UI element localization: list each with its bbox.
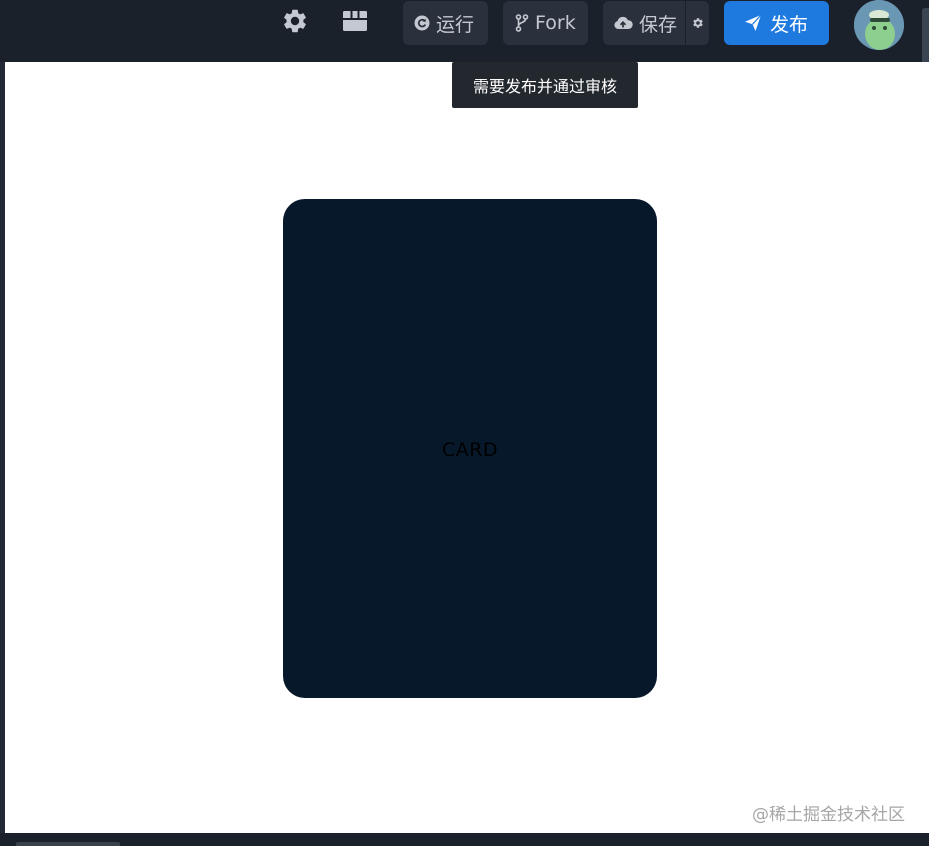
publish-tooltip: 需要发布并通过审核 [452,62,638,108]
save-label: 保存 [639,13,678,36]
gear-icon [692,14,704,33]
avatar[interactable] [854,0,904,50]
watermark: @稀土掘金技术社区 [752,805,905,825]
run-label: 运行 [436,13,475,36]
publish-button[interactable]: 发布 [724,1,829,45]
bottom-tab[interactable] [16,842,120,846]
send-icon [744,14,762,32]
bottom-bar [0,833,929,846]
layout-button[interactable] [338,6,372,40]
cloud-upload-icon [613,15,633,31]
fork-label: Fork [535,12,576,34]
git-branch-icon [515,14,529,32]
card-label: CARD [441,438,499,461]
publish-label: 发布 [770,13,809,36]
preview-card: CARD [283,199,657,698]
save-button-group: 保存 [603,1,709,45]
gear-icon [281,7,309,39]
top-toolbar: 运行 Fork 保存 发布 [0,0,929,81]
layout-grid-icon [342,9,368,37]
settings-button[interactable] [278,6,312,40]
save-button[interactable]: 保存 [603,1,685,45]
save-settings-button[interactable] [686,1,709,45]
refresh-icon [414,15,430,31]
fork-button[interactable]: Fork [503,1,588,45]
run-button[interactable]: 运行 [403,1,488,45]
